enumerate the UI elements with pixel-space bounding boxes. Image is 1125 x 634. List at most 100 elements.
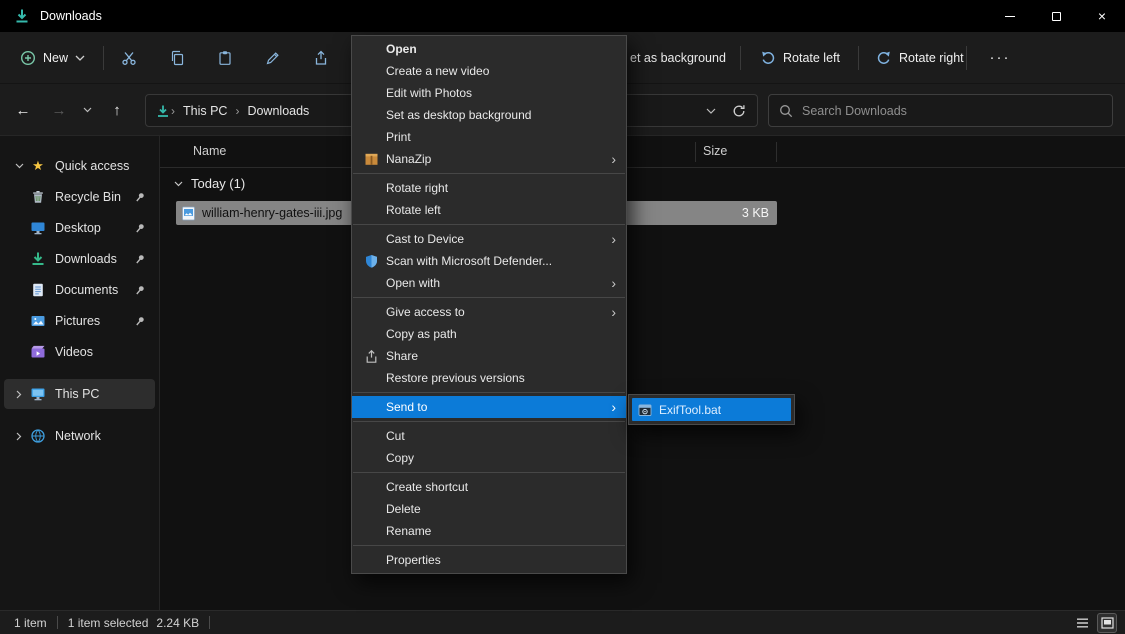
recent-locations-button[interactable] (78, 97, 96, 123)
menu-separator (353, 545, 625, 546)
set-as-background-button[interactable]: et as background (630, 51, 726, 65)
context-menu-item-cut[interactable]: Cut (352, 425, 626, 447)
rename-button[interactable] (257, 42, 289, 74)
sidebar-item-videos[interactable]: Videos (4, 337, 155, 367)
forward-button[interactable]: → (46, 97, 72, 123)
context-menu-item-nanazip[interactable]: NanaZip› (352, 148, 626, 170)
sidebar-item-pictures[interactable]: Pictures (4, 306, 155, 336)
context-menu-item-open-with[interactable]: Open with› (352, 272, 626, 294)
close-button[interactable]: × (1079, 0, 1125, 32)
sidebar-item-downloads[interactable]: Downloads (4, 244, 155, 274)
maximize-button[interactable] (1033, 0, 1079, 32)
breadcrumb-this-pc[interactable]: This PC (176, 104, 234, 118)
copy-button[interactable] (161, 42, 193, 74)
context-menu-item-rotate-left[interactable]: Rotate left (352, 199, 626, 221)
more-options-icon: ··· (990, 49, 1011, 66)
selection-size: 2.24 KB (156, 616, 199, 630)
context-menu-item-copy[interactable]: Copy (352, 447, 626, 469)
pin-icon (135, 192, 145, 202)
submenu-arrow-icon: › (611, 400, 616, 414)
context-menu-item-send-to[interactable]: Send to› (352, 396, 626, 418)
chevron-right-icon[interactable] (10, 432, 28, 441)
rotate-right-label: Rotate right (899, 51, 964, 65)
rotate-left-button[interactable]: Rotate left (752, 44, 848, 72)
sidebar-item-label: Recycle Bin (55, 190, 121, 204)
paste-button[interactable] (209, 42, 241, 74)
context-menu-item-delete[interactable]: Delete (352, 498, 626, 520)
scissors-icon (121, 50, 137, 66)
chevron-right-icon[interactable] (10, 390, 28, 399)
context-menu-item-set-as-desktop-background[interactable]: Set as desktop background (352, 104, 626, 126)
context-menu-item-copy-as-path[interactable]: Copy as path (352, 323, 626, 345)
sidebar-item-recycle-bin[interactable]: Recycle Bin (4, 182, 155, 212)
column-divider[interactable] (695, 142, 696, 162)
context-menu-item-share[interactable]: Share (352, 345, 626, 367)
context-menu-item-scan-with-microsoft-defender[interactable]: Scan with Microsoft Defender... (352, 250, 626, 272)
share-icon (313, 50, 329, 66)
search-box[interactable] (768, 94, 1113, 127)
search-input[interactable] (802, 104, 1102, 118)
pin-icon (135, 285, 145, 295)
rotate-right-icon (876, 50, 892, 66)
rotate-left-label: Rotate left (783, 51, 840, 65)
column-divider[interactable] (776, 142, 777, 162)
rotate-right-button[interactable]: Rotate right (868, 44, 972, 72)
menu-separator (353, 297, 625, 298)
breadcrumb-downloads[interactable]: Downloads (240, 104, 316, 118)
statusbar-divider (57, 616, 58, 629)
submenu-arrow-icon: › (611, 152, 616, 166)
sidebar-item-network[interactable]: Network (4, 421, 155, 451)
share-button[interactable] (305, 42, 337, 74)
sidebar-item-desktop[interactable]: Desktop (4, 213, 155, 243)
menu-separator (353, 173, 625, 174)
recycle-bin-icon (28, 189, 48, 205)
chevron-down-icon[interactable] (174, 181, 183, 187)
submenu-item-exiftool-bat[interactable]: ExifTool.bat (632, 398, 791, 421)
documents-icon (28, 282, 48, 298)
thumbnail-view-button[interactable] (1097, 613, 1117, 633)
toolbar-separator (966, 46, 967, 70)
context-menu-item-create-a-new-video[interactable]: Create a new video (352, 60, 626, 82)
titlebar: Downloads × (0, 0, 1125, 32)
nanazip-icon (364, 152, 386, 167)
context-menu-item-rename[interactable]: Rename (352, 520, 626, 542)
refresh-icon (732, 104, 746, 118)
item-count: 1 item (14, 616, 47, 630)
bat-file-icon (638, 403, 652, 417)
context-menu-item-give-access-to[interactable]: Give access to› (352, 301, 626, 323)
details-view-button[interactable] (1072, 613, 1092, 633)
column-header-size[interactable]: Size (703, 144, 727, 158)
minimize-button[interactable] (987, 0, 1033, 32)
chevron-down-icon[interactable] (10, 163, 28, 169)
context-menu-item-print[interactable]: Print (352, 126, 626, 148)
new-plus-icon (20, 50, 36, 66)
up-button[interactable]: ↑ (104, 97, 130, 123)
refresh-button[interactable] (725, 98, 753, 124)
context-menu-item-properties[interactable]: Properties (352, 549, 626, 571)
sidebar-item-this-pc[interactable]: This PC (4, 379, 155, 409)
thumbnail-view-icon (1101, 617, 1114, 629)
file-list-pane: Name Size Today (1) william-henry-gates-… (160, 136, 1125, 610)
submenu-arrow-icon: › (611, 232, 616, 246)
cut-button[interactable] (113, 42, 145, 74)
more-options-button[interactable]: ··· (984, 42, 1016, 74)
context-menu-item-cast-to-device[interactable]: Cast to Device› (352, 228, 626, 250)
sidebar-item-label: Pictures (55, 314, 100, 328)
group-header-today[interactable]: Today (1) (174, 176, 245, 191)
send-to-submenu: ExifTool.bat (628, 394, 795, 425)
toolbar-separator (740, 46, 741, 70)
sidebar-item-documents[interactable]: Documents (4, 275, 155, 305)
column-header-name[interactable]: Name (193, 144, 226, 158)
back-button[interactable]: ← (10, 97, 36, 123)
context-menu-item-open[interactable]: Open (352, 38, 626, 60)
new-button[interactable]: New (12, 44, 93, 72)
sidebar: ★ Quick access Recycle Bin Desktop Downl… (0, 136, 160, 610)
submenu-arrow-icon: › (611, 276, 616, 290)
context-menu-item-rotate-right[interactable]: Rotate right (352, 177, 626, 199)
sidebar-item-quick-access[interactable]: ★ Quick access (4, 151, 155, 181)
address-dropdown-button[interactable] (697, 98, 725, 124)
context-menu-item-create-shortcut[interactable]: Create shortcut (352, 476, 626, 498)
context-menu-item-restore-previous-versions[interactable]: Restore previous versions (352, 367, 626, 389)
context-menu-item-edit-with-photos[interactable]: Edit with Photos (352, 82, 626, 104)
sidebar-item-label: This PC (55, 387, 99, 401)
